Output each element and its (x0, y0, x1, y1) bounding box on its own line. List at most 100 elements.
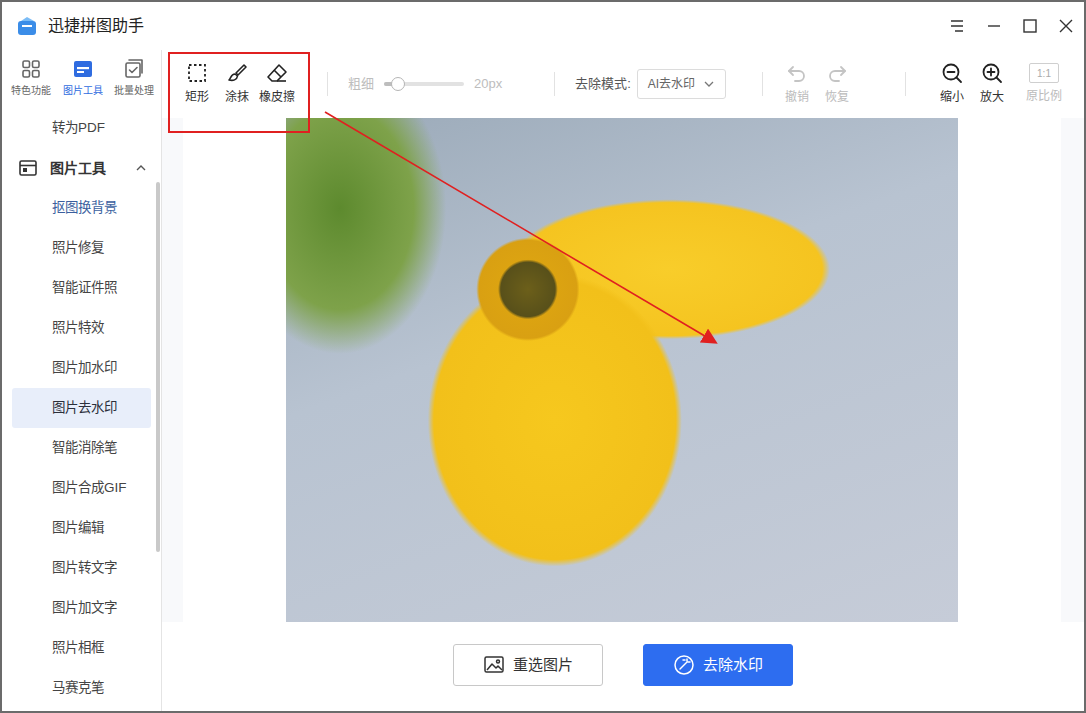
icon-part (77, 67, 89, 69)
sidebar-item-label: 照片修复 (52, 238, 104, 258)
button-label: 重选图片 (513, 654, 573, 677)
zoom-label: 缩小 (940, 88, 964, 106)
icon-part (830, 71, 845, 81)
section-label: 图片工具 (50, 158, 106, 179)
icon-part (497, 660, 500, 663)
icon-part (951, 21, 963, 31)
icon-part (129, 60, 142, 73)
separator (327, 72, 328, 96)
image-tool-icon (72, 58, 94, 80)
canvas (183, 118, 1061, 622)
nav-tabs: 特色功能图片工具批量处理 (2, 50, 161, 108)
sidebar-item[interactable]: 图片转文字 (12, 548, 151, 588)
icon-part (485, 657, 503, 672)
icon-part (680, 662, 687, 669)
maximize-icon[interactable] (1022, 18, 1038, 34)
sidebar-item-label: 图片加水印 (52, 358, 117, 378)
rectangle-icon (186, 62, 208, 84)
sidebar-item[interactable]: 智能消除笔 (12, 428, 151, 468)
separator (905, 72, 906, 96)
icon-part (675, 656, 693, 674)
sidebar-item[interactable]: 照片相框 (12, 628, 151, 668)
sidebar-item[interactable]: 照片特效 (12, 308, 151, 348)
sidebar-item[interactable]: 图片去水印 (12, 388, 151, 428)
mode-label: 去除模式: (575, 74, 631, 94)
sidebar-item[interactable]: 照片修复 (12, 228, 151, 268)
dropdown-chevron-icon (703, 78, 715, 90)
minimize-icon[interactable] (986, 18, 1002, 34)
icon-part (675, 656, 693, 674)
action-bar: 重选图片 去除水印 (162, 622, 1084, 711)
ratio-badge: 1:1 (1029, 63, 1059, 83)
remove-watermark-button[interactable]: 去除水印 (643, 644, 793, 686)
history-label: 撤销 (785, 88, 809, 106)
icon-part (1024, 20, 1036, 32)
brush-icon (226, 62, 248, 84)
tool-button[interactable]: 涂抹 (217, 62, 257, 106)
sidebar-item[interactable]: 智能证件照 (12, 268, 151, 308)
toolbar: 矩形涂抹橡皮擦粗细20px去除模式:AI去水印撤销恢复缩小放大1:1原比例 (162, 50, 1084, 118)
photo (286, 118, 958, 622)
sidebar-item[interactable]: 图片加水印 (12, 348, 151, 388)
nav-tab[interactable]: 批量处理 (109, 58, 159, 108)
thickness-reading: 20px (474, 74, 502, 94)
zoom-button[interactable]: 放大 (972, 62, 1012, 106)
sidebar-item[interactable]: 图片合成GIF (12, 468, 151, 508)
sidebar-section[interactable]: 图片工具 (12, 148, 151, 188)
slider-track (384, 82, 464, 86)
annotation-box (168, 52, 310, 133)
icon-part (189, 65, 205, 81)
sidebar-item[interactable]: 图片编辑 (12, 508, 151, 548)
menu-icon[interactable] (948, 17, 966, 35)
undo-icon (786, 62, 808, 84)
mode-dropdown[interactable]: AI去水印 (637, 69, 726, 99)
icon-part (988, 69, 1002, 83)
tool-button[interactable]: 橡皮擦 (257, 62, 297, 106)
reselect-image-button[interactable]: 重选图片 (453, 644, 603, 686)
grid-icon (20, 58, 42, 80)
zoom-button: 1:1原比例 (1024, 63, 1064, 105)
icon-part (33, 61, 40, 68)
icon-part (984, 65, 1002, 83)
sidebar-item[interactable]: 图片加文字 (12, 588, 151, 628)
icon-part (229, 65, 246, 80)
tool-button[interactable]: 矩形 (177, 62, 217, 106)
sidebar-item-label: 照片相框 (52, 638, 104, 658)
thickness-slider: 粗细20px (348, 74, 502, 94)
title-bar: 迅捷拼图助手 (2, 2, 1084, 50)
icon-part (229, 74, 238, 80)
separator (554, 72, 555, 96)
icon-part (23, 61, 30, 68)
slider-thumb (391, 77, 405, 91)
sidebar-item-label: 照片特效 (52, 318, 104, 338)
batch-icon (123, 58, 145, 80)
eraser-icon (266, 62, 288, 84)
chevron-icon[interactable] (135, 162, 147, 174)
icon-part (18, 21, 36, 35)
zoom-button[interactable]: 缩小 (932, 62, 972, 106)
sidebar-list: 转为PDF 图片工具抠图换背景照片修复智能证件照照片特效图片加水印图片去水印智能消… (2, 108, 161, 711)
magic-wand-icon (673, 654, 695, 676)
sidebar-item[interactable]: 抠图换背景 (12, 188, 151, 228)
zoom-in-icon (981, 62, 1003, 84)
app-window: 迅捷拼图助手 特色功能图片工具批量处理转为PDF图片工具抠图换背景照片修复智能证… (0, 0, 1086, 713)
icon-part (20, 161, 36, 175)
sidebar: 特色功能图片工具批量处理转为PDF图片工具抠图换背景照片修复智能证件照照片特效图… (2, 50, 162, 711)
separator (762, 72, 763, 96)
sidebar-item-label: 智能证件照 (52, 278, 117, 298)
sidebar-item-label: 抠图换背景 (52, 198, 117, 218)
sidebar-item-label: 图片合成GIF (52, 478, 127, 498)
sidebar-scrollbar[interactable] (156, 182, 160, 552)
nav-tab[interactable]: 图片工具 (58, 58, 108, 108)
icon-part (126, 63, 140, 77)
icon-part (20, 161, 36, 175)
nav-tab-label: 特色功能 (11, 83, 51, 98)
nav-tab-label: 批量处理 (114, 83, 154, 98)
sidebar-item[interactable]: 马赛克笔 (12, 668, 151, 708)
close-icon[interactable] (1058, 18, 1074, 34)
icon-part (944, 65, 962, 83)
nav-tab[interactable]: 特色功能 (6, 58, 56, 108)
icon-part (789, 67, 804, 81)
mode-selector: 去除模式: AI去水印 (575, 69, 726, 99)
sidebar-item[interactable]: 转为PDF (12, 108, 151, 148)
